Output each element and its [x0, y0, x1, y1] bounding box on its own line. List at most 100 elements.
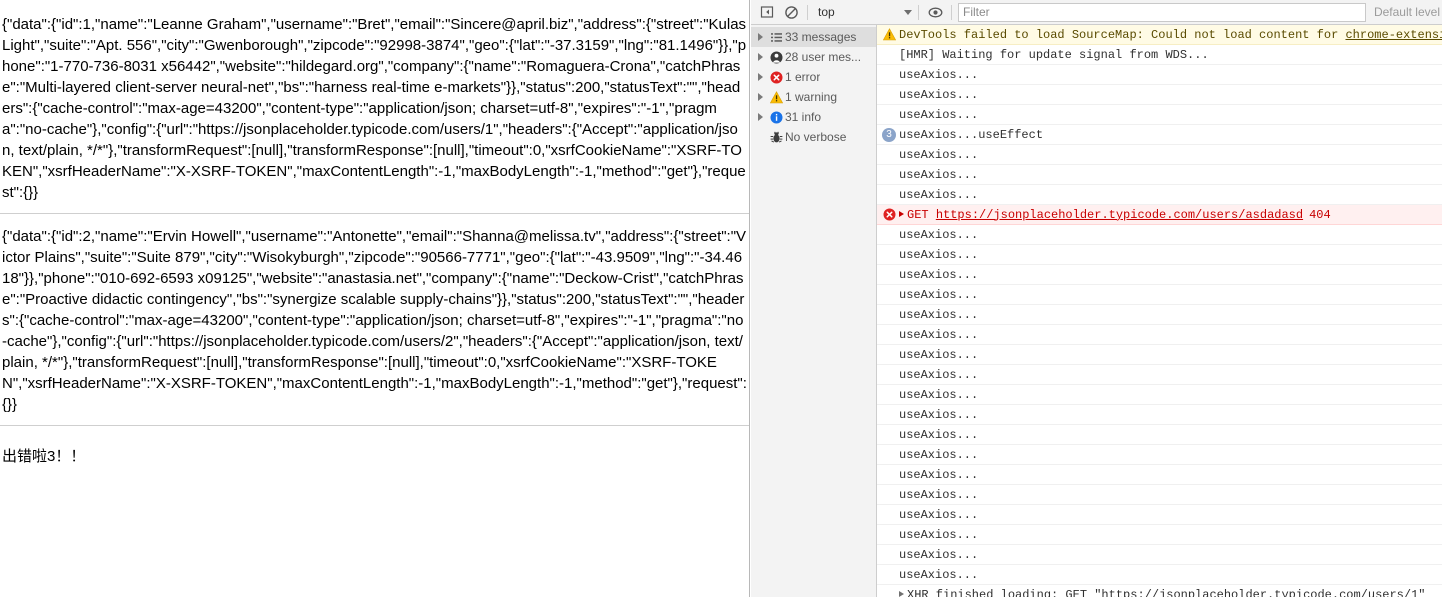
- console-log-row[interactable]: 3 useAxios...useEffect: [877, 125, 1442, 145]
- console-sidebar-item-label: No verbose: [785, 130, 847, 144]
- console-toolbar: top Default level: [751, 0, 1442, 25]
- list-icon: [770, 32, 782, 42]
- console-log-row[interactable]: useAxios...: [877, 405, 1442, 425]
- console-sidebar-toggle-icon[interactable]: [755, 0, 779, 24]
- console-filter-input[interactable]: [958, 2, 1366, 22]
- response-status-code: 404: [1309, 207, 1331, 222]
- expand-triangle-icon[interactable]: [753, 93, 767, 101]
- user-icon: [770, 51, 782, 63]
- console-log-row[interactable]: useAxios...: [877, 305, 1442, 325]
- log-message: useAxios...: [899, 407, 979, 422]
- console-sidebar-item-33-messages[interactable]: 33 messages: [751, 27, 876, 47]
- console-log-text: useAxios...: [899, 288, 978, 302]
- console-log-row[interactable]: useAxios...: [877, 65, 1442, 85]
- devtools-console-panel: top Default level 33 messages 28 user mes…: [751, 0, 1442, 597]
- log-message: useAxios...: [899, 547, 979, 562]
- toolbar-separator: [807, 4, 808, 20]
- bug-icon: [770, 131, 782, 143]
- console-log-row[interactable]: useAxios...: [877, 245, 1442, 265]
- console-log-row[interactable]: useAxios...: [877, 465, 1442, 485]
- console-log-row[interactable]: useAxios...: [877, 425, 1442, 445]
- console-log-row[interactable]: useAxios...: [877, 445, 1442, 465]
- console-log-text: useAxios...: [899, 248, 978, 262]
- expand-triangle-icon[interactable]: [899, 591, 904, 597]
- clear-console-icon[interactable]: [779, 0, 803, 24]
- console-body: 33 messages 28 user mes... 1 error 1 warnin…: [751, 25, 1442, 597]
- log-message: useAxios...: [899, 187, 979, 202]
- console-log-text: useAxios...: [899, 88, 978, 102]
- console-log-row[interactable]: useAxios...: [877, 365, 1442, 385]
- console-sidebar-item-31-info[interactable]: 31 info: [751, 107, 876, 127]
- expand-triangle-icon[interactable]: [753, 73, 767, 81]
- console-log-row[interactable]: useAxios...: [877, 505, 1442, 525]
- console-log-row[interactable]: useAxios...: [877, 525, 1442, 545]
- error-icon-wrap: [767, 71, 785, 84]
- web-page-pane: {"data":{"id":1,"name":"Leanne Graham","…: [0, 0, 750, 597]
- warning-icon: [882, 28, 896, 41]
- console-log-row[interactable]: useAxios...: [877, 485, 1442, 505]
- console-log-text: useAxios...: [899, 408, 978, 422]
- console-sidebar-item-label: 33 messages: [785, 30, 857, 44]
- console-log-row[interactable]: useAxios...: [877, 165, 1442, 185]
- execution-context-label: top: [818, 5, 835, 19]
- console-log-text: useAxios...: [899, 188, 978, 202]
- warning-icon-wrap: [767, 90, 785, 104]
- console-log-text: useAxios...: [899, 368, 978, 382]
- log-message: useAxios...useEffect: [899, 127, 1044, 142]
- console-log-text: GET https://jsonplaceholder.typicode.com…: [899, 208, 1331, 222]
- console-sidebar-item-no-verbose[interactable]: No verbose: [751, 127, 876, 147]
- console-log-text: useAxios...useEffect: [899, 128, 1043, 142]
- log-message: useAxios...: [899, 307, 979, 322]
- console-log-row[interactable]: DevTools failed to load SourceMap: Could…: [877, 25, 1442, 45]
- expand-triangle-icon[interactable]: [753, 113, 767, 121]
- console-sidebar-item-label: 28 user mes...: [785, 50, 862, 64]
- log-link[interactable]: https://jsonplaceholder.typicode.com/use…: [936, 208, 1303, 222]
- console-log-row[interactable]: useAxios...: [877, 145, 1442, 165]
- console-log-row[interactable]: useAxios...: [877, 225, 1442, 245]
- expand-triangle-icon[interactable]: [753, 53, 767, 61]
- console-log-text: useAxios...: [899, 428, 978, 442]
- console-log-text: DevTools failed to load SourceMap: Could…: [899, 28, 1442, 42]
- console-log-row[interactable]: useAxios...: [877, 325, 1442, 345]
- console-log-row[interactable]: useAxios...: [877, 105, 1442, 125]
- log-message: useAxios...: [899, 267, 979, 282]
- console-log-row[interactable]: XHR finished loading: GET "https://jsonp…: [877, 585, 1442, 597]
- info-icon-wrap: [767, 111, 785, 124]
- console-sidebar-item-1-warning[interactable]: 1 warning: [751, 87, 876, 107]
- log-message: useAxios...: [899, 167, 979, 182]
- log-message: useAxios...: [899, 107, 979, 122]
- console-log-row[interactable]: useAxios...: [877, 285, 1442, 305]
- response-json-block-2: {"data":{"id":2,"name":"Ervin Howell","u…: [2, 228, 747, 413]
- execution-context-select[interactable]: top: [812, 3, 914, 22]
- log-message: useAxios...: [899, 347, 979, 362]
- console-sidebar-item-1-error[interactable]: 1 error: [751, 67, 876, 87]
- bug-icon-wrap: [767, 131, 785, 144]
- console-log-row[interactable]: useAxios...: [877, 185, 1442, 205]
- console-log-text: useAxios...: [899, 268, 978, 282]
- console-log-text: useAxios...: [899, 528, 978, 542]
- log-link[interactable]: chrome-extension://n: [1345, 28, 1442, 42]
- console-log-row[interactable]: useAxios...: [877, 85, 1442, 105]
- console-log-text: useAxios...: [899, 348, 978, 362]
- console-log-text: useAxios...: [899, 548, 978, 562]
- console-log-text: useAxios...: [899, 488, 978, 502]
- console-log-row[interactable]: useAxios...: [877, 545, 1442, 565]
- log-message: useAxios...: [899, 67, 979, 82]
- log-message: useAxios...: [899, 287, 979, 302]
- console-log-row[interactable]: useAxios...: [877, 345, 1442, 365]
- console-log-row[interactable]: GET https://jsonplaceholder.typicode.com…: [877, 205, 1442, 225]
- live-expression-icon[interactable]: [923, 0, 947, 24]
- console-log-list: DevTools failed to load SourceMap: Could…: [877, 25, 1442, 597]
- console-log-row[interactable]: useAxios...: [877, 385, 1442, 405]
- expand-triangle-icon[interactable]: [753, 33, 767, 41]
- log-level-select[interactable]: Default level: [1368, 5, 1442, 19]
- console-log-row[interactable]: [HMR] Waiting for update signal from WDS…: [877, 45, 1442, 65]
- expand-triangle-icon[interactable]: [899, 211, 904, 218]
- log-message: useAxios...: [899, 247, 979, 262]
- console-log-row[interactable]: useAxios...: [877, 565, 1442, 585]
- list-icon-wrap: [767, 31, 785, 44]
- console-sidebar-item-28-user-mes[interactable]: 28 user mes...: [751, 47, 876, 67]
- console-log-text: useAxios...: [899, 328, 978, 342]
- console-log-row[interactable]: useAxios...: [877, 265, 1442, 285]
- error-icon-wrap: [879, 208, 899, 221]
